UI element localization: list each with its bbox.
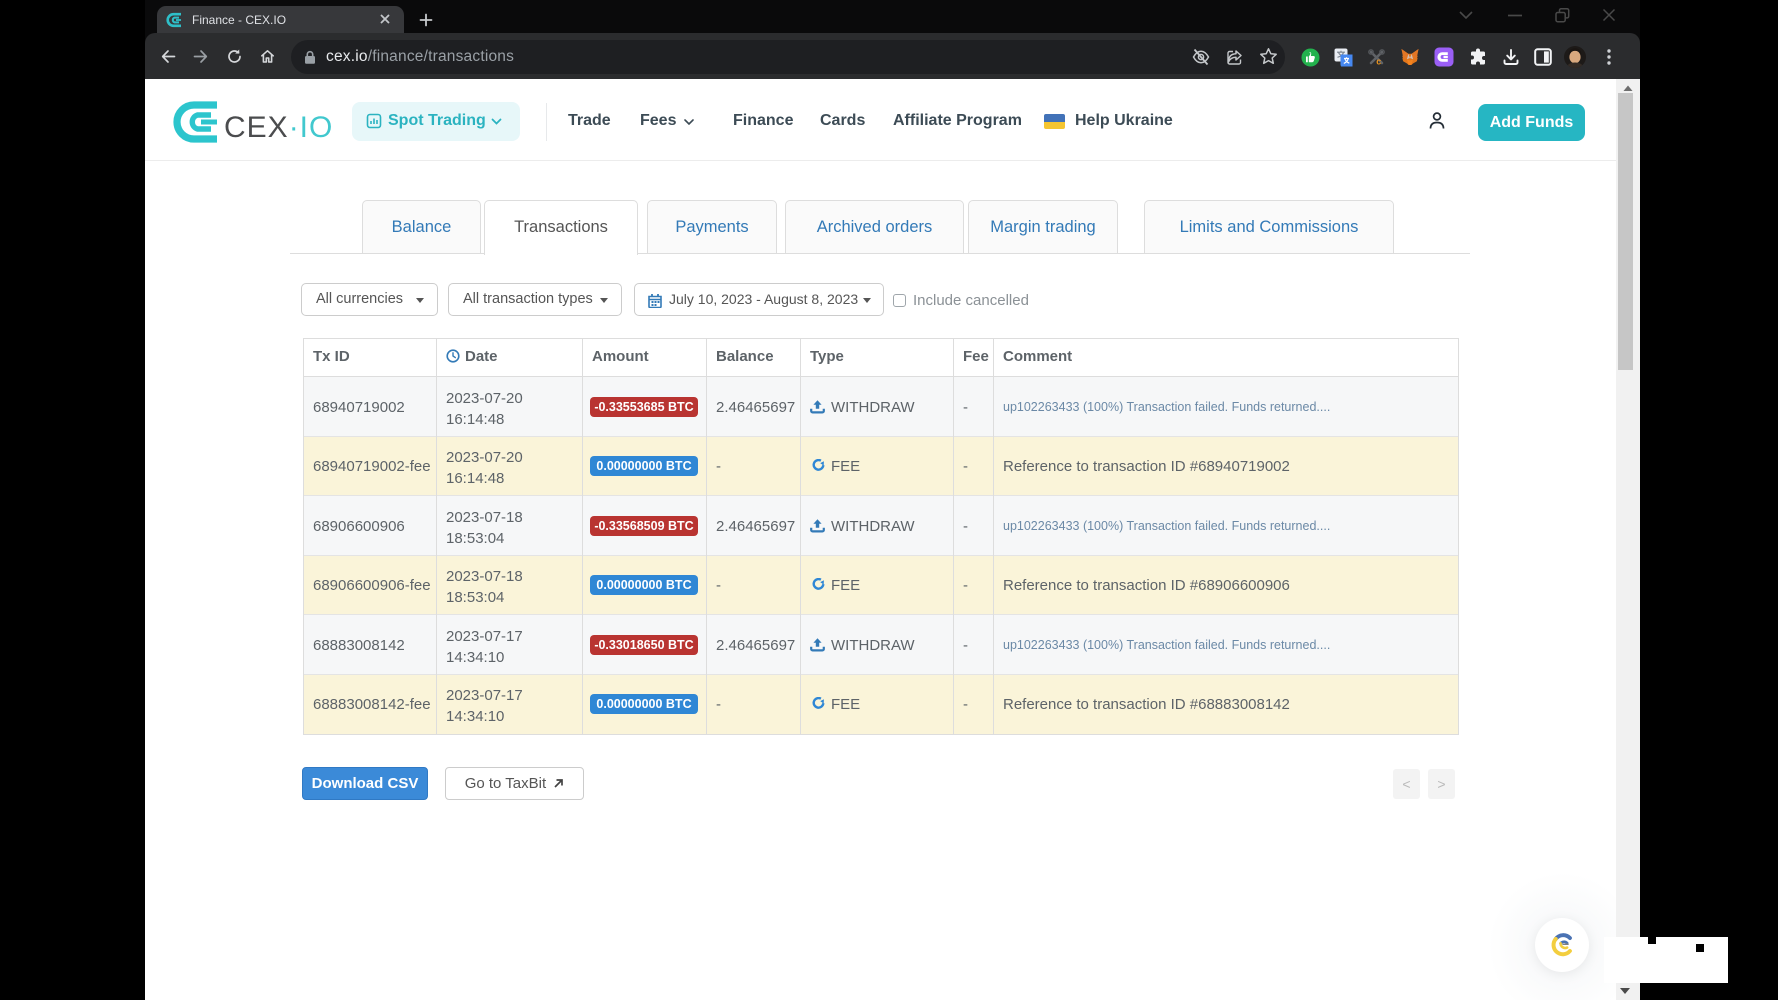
svg-text:c: c: [1376, 57, 1381, 67]
